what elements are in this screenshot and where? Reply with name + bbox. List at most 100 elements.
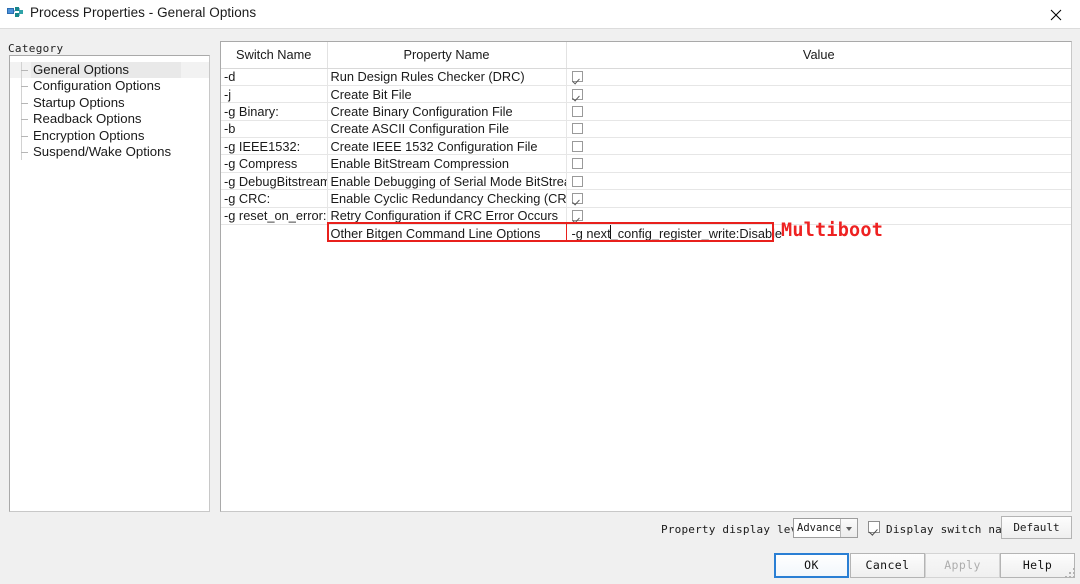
sidebar-item-encryption-options[interactable]: Encryption Options — [10, 127, 209, 144]
category-label: Category — [8, 42, 64, 55]
sidebar-item-suspend-wake-options[interactable]: Suspend/Wake Options — [10, 143, 209, 161]
cell-switch-name — [221, 224, 328, 242]
process-properties-dialog: Process Properties - General Options Cat… — [0, 0, 1080, 584]
tree-connector-dash — [21, 102, 28, 104]
cell-property-name: Enable BitStream Compression — [327, 154, 567, 173]
cell-switch-name: -g DebugBitstream: — [221, 172, 328, 191]
sidebar-item-readback-options[interactable]: Readback Options — [10, 111, 209, 128]
table-row[interactable]: -g Binary: Create Binary Configuration Fi… — [221, 102, 1071, 121]
default-button[interactable]: Default — [1001, 516, 1072, 539]
checkbox-unchecked-icon[interactable] — [571, 140, 583, 152]
cell-property-name: Create IEEE 1532 Configuration File — [327, 137, 567, 156]
footer-controls: Property display level: Advanced Display… — [0, 516, 1080, 546]
checkbox-checked-icon[interactable] — [571, 210, 583, 222]
grip-dot — [1065, 576, 1067, 578]
cell-property-name: Create Binary Configuration File — [327, 102, 567, 121]
cell-value[interactable] — [566, 137, 1071, 156]
grip-dot — [1073, 576, 1075, 578]
cell-property-name: Retry Configuration if CRC Error Occurs — [327, 207, 567, 226]
table-row[interactable]: -g reset_on_error: Retry Configuration if… — [221, 207, 1071, 226]
tree-connector-dash — [21, 135, 28, 137]
table-header-row: Switch Name Property Name Value — [221, 42, 1071, 69]
properties-grid-panel: Switch Name Property Name Value -d Run De… — [220, 41, 1072, 512]
tree-connector-dash — [21, 86, 28, 88]
close-button[interactable] — [1034, 0, 1080, 29]
cell-value[interactable] — [566, 120, 1071, 139]
cell-property-name: Other Bitgen Command Line Options — [327, 224, 567, 242]
cell-property-name: Create Bit File — [327, 85, 567, 104]
table-row[interactable]: -g DebugBitstream: Enable Debugging of Se… — [221, 172, 1071, 191]
cell-switch-name: -g Binary: — [221, 102, 328, 121]
cell-switch-name: -g reset_on_error: — [221, 207, 328, 226]
dialog-button-bar: OK Cancel Apply Help — [0, 553, 1080, 583]
column-header-switch-name[interactable]: Switch Name — [221, 42, 328, 69]
table-row[interactable]: -g CRC: Enable Cyclic Redundancy Checking… — [221, 189, 1071, 208]
dialog-body: Category General Options Configuration Op… — [0, 29, 1080, 584]
cancel-button[interactable]: Cancel — [850, 553, 925, 578]
ok-button[interactable]: OK — [774, 553, 849, 578]
cell-switch-name: -g IEEE1532: — [221, 137, 328, 156]
checkbox-checked-icon[interactable] — [571, 192, 583, 204]
help-button[interactable]: Help — [1000, 553, 1075, 578]
sidebar-item-configuration-options[interactable]: Configuration Options — [10, 78, 209, 95]
sidebar-item-label: General Options — [33, 62, 130, 77]
display-switch-names-checkbox[interactable] — [868, 521, 880, 533]
table-row[interactable]: -b Create ASCII Configuration File — [221, 120, 1071, 139]
cell-property-name: Enable Debugging of Serial Mode BitStrea… — [327, 172, 567, 191]
checkbox-unchecked-icon[interactable] — [571, 158, 583, 170]
property-display-level-select[interactable]: Advanced — [793, 518, 858, 538]
checkbox-checked-icon[interactable] — [571, 88, 583, 100]
cell-switch-name: -g CRC: — [221, 189, 328, 208]
tree-connector-dash — [21, 151, 28, 153]
sidebar-item-label: Readback Options — [33, 111, 142, 127]
properties-table: Switch Name Property Name Value -d Run De… — [221, 42, 1071, 242]
cell-switch-name: -d — [221, 68, 328, 86]
cell-value[interactable] — [566, 154, 1071, 173]
cell-value[interactable] — [566, 172, 1071, 191]
sidebar-item-general-options[interactable]: General Options — [10, 62, 209, 79]
tree-connector-dash — [21, 119, 28, 121]
column-header-property-name[interactable]: Property Name — [327, 42, 567, 69]
category-tree: General Options Configuration Options Star… — [10, 62, 209, 161]
grip-dot — [1073, 572, 1075, 574]
close-icon — [1050, 9, 1062, 21]
checkbox-unchecked-icon[interactable] — [571, 123, 583, 135]
tree-connector-dash — [21, 70, 28, 71]
checkbox-unchecked-icon[interactable] — [571, 105, 583, 117]
table-row[interactable]: Other Bitgen Command Line Options -g next… — [221, 224, 1071, 242]
grip-dot — [1069, 576, 1071, 578]
table-row[interactable]: -g Compress Enable BitStream Compression — [221, 154, 1071, 173]
sidebar-item-label: Startup Options — [33, 94, 125, 110]
sidebar-item-label: Encryption Options — [33, 127, 145, 143]
table-row[interactable]: -j Create Bit File — [221, 85, 1071, 104]
sidebar-item-label: Suspend/Wake Options — [33, 143, 172, 159]
value-text: -g next_config_register_write:Disable — [571, 225, 783, 241]
category-panel: General Options Configuration Options Star… — [9, 55, 210, 512]
apply-button: Apply — [925, 553, 1000, 578]
cell-switch-name: -j — [221, 85, 328, 104]
cell-switch-name: -b — [221, 120, 328, 139]
cell-value[interactable] — [566, 189, 1071, 208]
cell-switch-name: -g Compress — [221, 154, 328, 173]
process-properties-icon — [7, 7, 24, 22]
column-header-value[interactable]: Value — [566, 42, 1071, 69]
properties-table-body: -d Run Design Rules Checker (DRC) -j Create… — [221, 68, 1071, 242]
cell-value[interactable] — [566, 102, 1071, 121]
cell-property-name: Create ASCII Configuration File — [327, 120, 567, 139]
table-row[interactable]: -g IEEE1532: Create IEEE 1532 Configurati… — [221, 137, 1071, 156]
title-bar: Process Properties - General Options — [0, 0, 1080, 29]
annotation-multiboot: Multiboot — [781, 220, 884, 241]
cell-value[interactable] — [566, 85, 1071, 104]
cell-property-name: Enable Cyclic Redundancy Checking (CRC) — [327, 189, 567, 208]
table-row[interactable]: -d Run Design Rules Checker (DRC) — [221, 68, 1071, 86]
checkbox-checked-icon[interactable] — [571, 71, 583, 83]
chevron-down-icon[interactable] — [840, 519, 857, 537]
cell-value[interactable] — [566, 68, 1071, 86]
grip-dot — [1069, 572, 1071, 574]
checkbox-unchecked-icon[interactable] — [571, 175, 583, 187]
sidebar-item-startup-options[interactable]: Startup Options — [10, 94, 209, 112]
resize-grip[interactable] — [1065, 568, 1077, 580]
grip-dot — [1073, 568, 1075, 570]
cell-property-name: Run Design Rules Checker (DRC) — [327, 68, 567, 86]
sidebar-item-label: Configuration Options — [33, 78, 161, 94]
